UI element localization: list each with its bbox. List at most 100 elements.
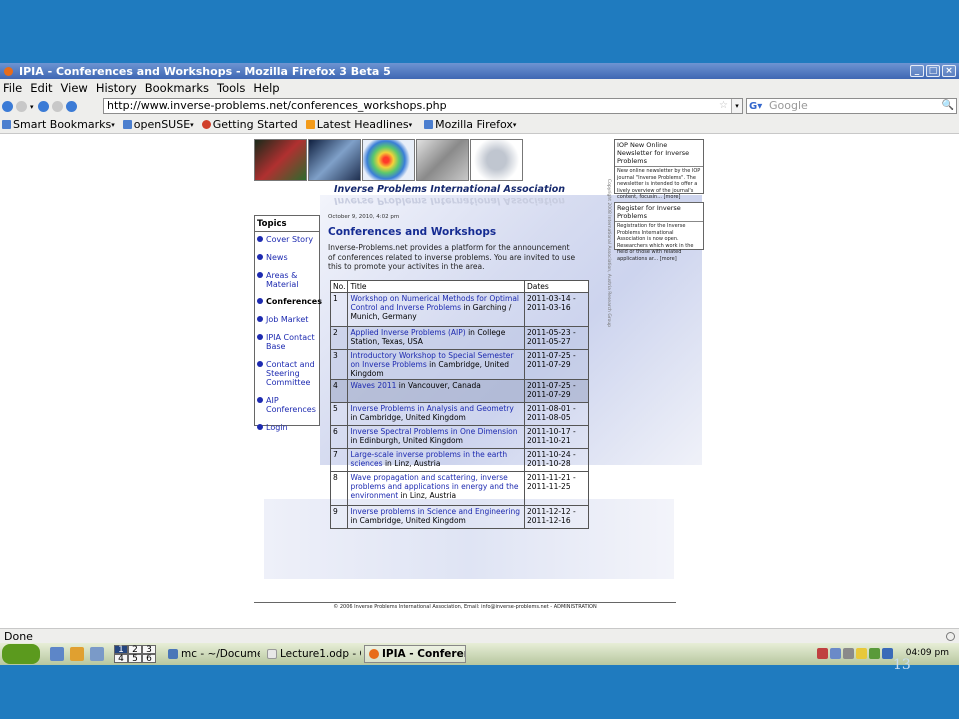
bookmark-star-icon[interactable]: ☆ bbox=[719, 99, 728, 113]
bullet-icon bbox=[257, 236, 263, 242]
site-title-reflection: Inverse Problems International Associati… bbox=[334, 195, 566, 206]
menu-edit[interactable]: Edit bbox=[30, 81, 52, 95]
google-engine-icon[interactable]: G▾ bbox=[749, 100, 762, 114]
topics-header: Topics bbox=[255, 216, 319, 232]
conference-link[interactable]: Inverse Spectral Problems in One Dimensi… bbox=[350, 427, 517, 436]
topic-aip-conferences[interactable]: AIP Conferences bbox=[255, 393, 319, 420]
taskbar: 1 2 3 4 5 6 mc - ~/Documents Lecture1.od… bbox=[0, 643, 959, 665]
home-folder-icon[interactable] bbox=[70, 647, 84, 661]
topic-job-market[interactable]: Job Market bbox=[255, 312, 319, 330]
menu-view[interactable]: View bbox=[61, 81, 88, 95]
terminal-icon bbox=[168, 649, 178, 659]
task-firefox[interactable]: IPIA - Conference bbox=[364, 645, 466, 663]
bullet-icon bbox=[257, 397, 263, 403]
bookmark-smart-bookmarks[interactable]: Smart Bookmarks ▾ bbox=[2, 118, 115, 131]
system-tray bbox=[817, 648, 893, 659]
topic-cover-story[interactable]: Cover Story bbox=[255, 232, 319, 250]
volume-icon[interactable] bbox=[882, 648, 893, 659]
title-bar: IPIA - Conferences and Workshops - Mozil… bbox=[0, 63, 959, 79]
bullet-icon bbox=[257, 334, 263, 340]
ipia-site: Inverse Problems International Associati… bbox=[254, 139, 702, 610]
menu-help[interactable]: Help bbox=[253, 81, 279, 95]
battery-icon[interactable] bbox=[869, 648, 880, 659]
firefox-icon bbox=[369, 649, 379, 659]
intro-text: Inverse-Problems.net provides a platform… bbox=[328, 243, 576, 271]
workspace-2[interactable]: 2 bbox=[128, 645, 142, 655]
conference-link[interactable]: Applied Inverse Problems (AIP) bbox=[350, 328, 465, 337]
navigation-toolbar: ▾ http://www.inverse-problems.net/confer… bbox=[0, 97, 959, 116]
site-footer: © 2006 Inverse Problems International As… bbox=[254, 602, 676, 610]
task-impress[interactable]: Lecture1.odp - Op bbox=[263, 645, 361, 663]
conference-link[interactable]: Inverse problems in Science and Engineer… bbox=[350, 507, 520, 516]
workspace-3[interactable]: 3 bbox=[142, 645, 156, 655]
column-header-dates: Dates bbox=[524, 280, 589, 293]
bookmark-getting-started[interactable]: Getting Started bbox=[201, 118, 298, 131]
table-row: 2 Applied Inverse Problems (AIP) in Coll… bbox=[329, 326, 589, 350]
reload-icon[interactable] bbox=[37, 101, 49, 112]
updater-icon[interactable] bbox=[856, 648, 867, 659]
network-icon[interactable] bbox=[830, 648, 841, 659]
topic-news[interactable]: News bbox=[255, 250, 319, 268]
page-heading: Conferences and Workshops bbox=[328, 226, 497, 238]
home-icon[interactable] bbox=[65, 101, 77, 112]
workspace-pager[interactable]: 1 2 3 4 5 6 bbox=[114, 645, 156, 664]
topic-login[interactable]: Login bbox=[255, 420, 319, 438]
workspace-4[interactable]: 4 bbox=[114, 654, 128, 664]
newsletter-box: IOP New Online Newsletter for Inverse Pr… bbox=[614, 139, 704, 200]
table-row: 9 Inverse problems in Science and Engine… bbox=[329, 505, 589, 529]
minimize-button[interactable]: _ bbox=[910, 65, 924, 77]
security-icon bbox=[946, 632, 955, 641]
banner-image-device bbox=[416, 139, 469, 181]
register-box: Register for Inverse Problems Registrati… bbox=[614, 202, 704, 262]
bookmark-latest-headlines[interactable]: Latest Headlines ▾ bbox=[305, 118, 412, 131]
search-placeholder: Google bbox=[769, 99, 808, 112]
launcher-browser-icon[interactable] bbox=[50, 647, 64, 661]
banner-image-sphere bbox=[470, 139, 523, 181]
maximize-button[interactable]: □ bbox=[926, 65, 940, 77]
clipboard-icon[interactable] bbox=[843, 648, 854, 659]
topic-conferences[interactable]: Conferences bbox=[255, 294, 322, 312]
conference-link[interactable]: Inverse Problems in Analysis and Geometr… bbox=[350, 404, 513, 413]
launcher-settings-icon[interactable] bbox=[90, 647, 104, 661]
workspace-1[interactable]: 1 bbox=[114, 645, 128, 655]
stop-icon[interactable] bbox=[51, 101, 63, 112]
menu-bookmarks[interactable]: Bookmarks bbox=[145, 81, 209, 95]
search-box[interactable]: G▾ Google 🔍 bbox=[746, 98, 957, 114]
url-bar[interactable]: http://www.inverse-problems.net/conferen… bbox=[103, 98, 743, 114]
task-terminal[interactable]: mc - ~/Documents bbox=[164, 645, 260, 663]
bullet-icon bbox=[257, 254, 263, 260]
url-dropdown-icon[interactable]: ▾ bbox=[731, 99, 742, 113]
firefox-page-icon bbox=[201, 120, 211, 129]
url-text: http://www.inverse-problems.net/conferen… bbox=[107, 99, 447, 112]
flag-icon[interactable] bbox=[817, 648, 828, 659]
close-button[interactable]: × bbox=[942, 65, 956, 77]
topic-ipia-contact-base[interactable]: IPIA Contact Base bbox=[255, 330, 319, 357]
bookmark-mozilla-firefox[interactable]: Mozilla Firefox ▾ bbox=[424, 118, 516, 131]
topic-areas-material[interactable]: Areas & Material bbox=[255, 268, 319, 294]
conference-link[interactable]: Waves 2011 bbox=[350, 381, 396, 390]
newsletter-body: New online newsletter by the IOP journal… bbox=[617, 168, 701, 200]
history-dropdown-icon[interactable]: ▾ bbox=[30, 103, 34, 111]
clock: 04:09 pm bbox=[905, 648, 949, 658]
topic-contact-steering[interactable]: Contact and Steering Committee bbox=[255, 357, 319, 393]
newsletter-title[interactable]: IOP New Online Newsletter for Inverse Pr… bbox=[615, 140, 703, 167]
table-row: 1 Workshop on Numerical Methods for Opti… bbox=[329, 292, 589, 327]
slide-number: 13 bbox=[893, 657, 911, 673]
start-menu-geeko-icon[interactable] bbox=[2, 644, 40, 664]
column-header-title: Title bbox=[347, 280, 525, 293]
register-title[interactable]: Register for Inverse Problems bbox=[615, 203, 703, 222]
banner-image-scan bbox=[308, 139, 361, 181]
menu-tools[interactable]: Tools bbox=[217, 81, 245, 95]
folder-icon bbox=[424, 120, 434, 129]
search-icon[interactable]: 🔍 bbox=[942, 99, 954, 113]
workspace-6[interactable]: 6 bbox=[142, 654, 156, 664]
forward-icon[interactable] bbox=[16, 101, 27, 112]
menu-file[interactable]: File bbox=[3, 81, 22, 95]
window-title: IPIA - Conferences and Workshops - Mozil… bbox=[19, 64, 391, 78]
back-icon[interactable] bbox=[2, 101, 13, 112]
menu-history[interactable]: History bbox=[96, 81, 137, 95]
bookmark-opensuse[interactable]: openSUSE ▾ bbox=[122, 118, 194, 131]
workspace-5[interactable]: 5 bbox=[128, 654, 142, 664]
bullet-icon bbox=[257, 361, 263, 367]
rss-icon bbox=[305, 120, 315, 129]
